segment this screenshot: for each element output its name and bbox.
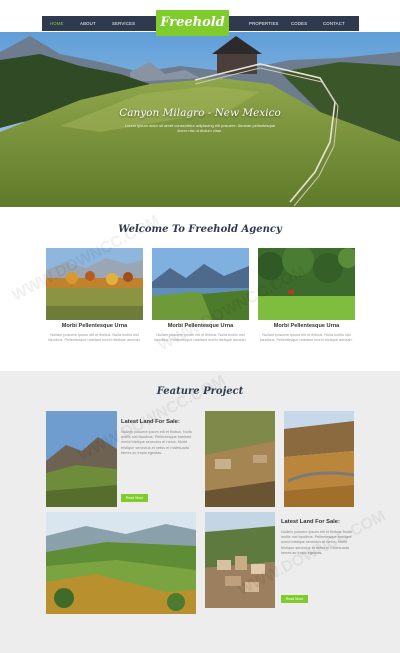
site-logo[interactable]: Freehold	[156, 10, 229, 36]
card-title-2: Morbi Pellentesque Urna	[167, 323, 234, 329]
feature-image-4[interactable]	[46, 512, 196, 614]
read-more-button-1[interactable]: Read More	[121, 494, 148, 502]
card-title-3: Morbi Pellentesque Urna	[273, 323, 340, 329]
mountain-ridge-image	[46, 411, 117, 507]
feature-image-1[interactable]	[46, 411, 117, 507]
card-text-2: Nullam posuere ipsum elit et finibus. Nu…	[154, 333, 247, 342]
card-text-1: Nullam posuere ipsum elit et finibus. Nu…	[48, 333, 141, 342]
nav-services[interactable]: SERVICES	[112, 16, 135, 31]
card-text-3: Nullam posuere ipsum elit et finibus. Nu…	[260, 333, 353, 342]
hero-landscape-image	[0, 32, 400, 207]
feature-item-text-2: Nullam posuere ipsum elit et finibus. Nu…	[281, 530, 352, 555]
nav-properties[interactable]: PROPERTIES	[249, 16, 279, 31]
nav-about[interactable]: ABOUT	[80, 16, 96, 31]
feature-item-text-1: Nullam posuere ipsum elit et finibus. Nu…	[121, 430, 192, 455]
card-image-3[interactable]	[258, 248, 355, 320]
mountain-lake-image	[152, 248, 249, 320]
hill-town-image	[205, 512, 275, 608]
feature-image-3[interactable]	[284, 411, 354, 507]
hillside-village-image	[205, 411, 275, 507]
card-image-2[interactable]	[152, 248, 249, 320]
forest-meadow-image	[258, 248, 355, 320]
green-valley-image	[46, 512, 196, 614]
autumn-valley-image	[46, 248, 143, 320]
card-title-1: Morbi Pellentesque Urna	[61, 323, 128, 329]
feature-item-title-2: Latest Land For Sale:	[281, 519, 340, 525]
read-more-button-2[interactable]: Read More	[281, 595, 308, 603]
feature-title: Feature Project	[156, 386, 244, 397]
nav-home[interactable]: HOME	[50, 16, 64, 31]
feature-item-title-1: Latest Land For Sale:	[121, 419, 180, 425]
welcome-title: Welcome To Freehold Agency	[118, 224, 282, 235]
feature-image-5[interactable]	[205, 512, 275, 608]
feature-image-2[interactable]	[205, 411, 275, 507]
hero-banner: Canyon Milagro - New Mexico Lorem ipsum …	[0, 32, 400, 207]
card-image-1[interactable]	[46, 248, 143, 320]
nav-contact[interactable]: CONTACT	[323, 16, 345, 31]
hero-title: Canyon Milagro - New Mexico	[119, 107, 281, 119]
hero-description: Lorem ipsum dolor sit amet consectetur a…	[124, 123, 276, 134]
winding-road-image	[284, 411, 354, 507]
nav-codes[interactable]: CODES	[291, 16, 307, 31]
